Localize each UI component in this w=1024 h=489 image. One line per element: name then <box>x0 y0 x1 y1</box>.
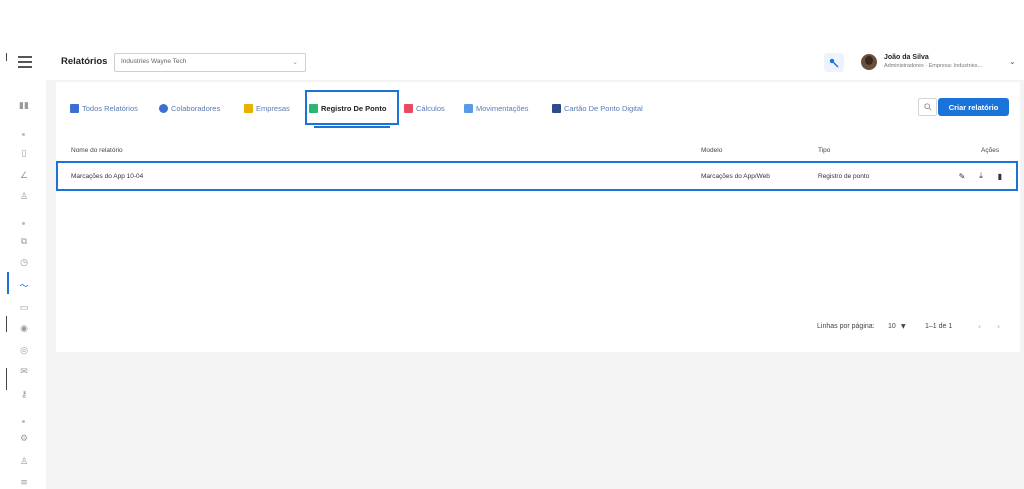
tab-calculos[interactable]: Cálculos <box>404 102 445 114</box>
user-name: João da Silva <box>884 54 929 61</box>
card-edit-icon <box>552 103 561 113</box>
previous-page-icon[interactable]: ‹ <box>978 322 981 331</box>
pagination-range: 1–1 de 1 <box>925 323 953 330</box>
mail-icon[interactable]: ✉ <box>13 364 35 380</box>
tab-colaboradores[interactable]: Colaboradores <box>159 102 220 114</box>
report-tabs: Todos Relatórios Colaboradores Empresas … <box>56 82 1020 128</box>
key-icon[interactable]: ⚷ <box>13 387 35 403</box>
report-type: Registro de ponto <box>818 173 870 180</box>
dashboard-icon[interactable]: ▮▮ <box>13 98 35 114</box>
reports-trend-icon[interactable]: 〜 <box>13 277 35 293</box>
header: Relatórios Industries Wayne Tech ⌄ João … <box>46 48 1024 80</box>
rows-per-page-label: Linhas por página: <box>817 323 875 330</box>
next-page-icon[interactable]: › <box>997 322 1000 331</box>
report-name: Marcações do App 10-04 <box>71 173 144 180</box>
user-icon[interactable]: ♙ <box>13 189 35 205</box>
calculator-icon <box>404 103 413 113</box>
tab-todos-relatorios[interactable]: Todos Relatórios <box>70 102 138 114</box>
eye-icon[interactable]: ◉ <box>13 321 35 337</box>
sidebar: ▮▮ ▯ ∠ ♙ ⧉ ◷ 〜 ▭ ◉ ◎ ✉ ⚷ ⚙ ♙ ≡ <box>0 48 46 489</box>
rows-per-page-select[interactable]: 10 <box>888 323 896 330</box>
column-header-actions: Ações <box>981 147 1000 154</box>
edit-icon[interactable]: ∠ <box>13 168 35 184</box>
copy-icon[interactable]: ⧉ <box>13 234 35 250</box>
search-icon <box>923 103 932 111</box>
people-icon <box>159 103 168 113</box>
settings-icon[interactable]: ⚙ <box>13 431 35 447</box>
tab-label: Todos Relatórios <box>82 103 138 113</box>
column-header-type: Tipo <box>818 147 831 154</box>
search-button[interactable] <box>918 98 937 116</box>
active-tab-highlight <box>305 90 399 125</box>
tab-movimentacoes[interactable]: Movimentações <box>464 102 529 114</box>
download-icon[interactable]: ⤓ <box>976 171 986 181</box>
edit-icon[interactable]: ✎ <box>957 171 967 181</box>
visibility-icon[interactable]: ◎ <box>13 343 35 359</box>
sidebar-dot <box>22 420 25 423</box>
active-indicator <box>7 272 9 294</box>
building-icon <box>244 103 253 113</box>
main-area: Relatórios Industries Wayne Tech ⌄ João … <box>46 48 1024 489</box>
person-icon[interactable]: ♙ <box>13 454 35 470</box>
tab-empresas[interactable]: Empresas <box>244 102 290 114</box>
table-row[interactable]: Marcações do App 10-04 Marcações do App/… <box>56 161 1018 191</box>
page-title: Relatórios <box>61 56 108 67</box>
user-role: Administradores · Empresa: Industries... <box>884 63 983 69</box>
tab-label: Empresas <box>256 103 290 113</box>
sidebar-divider <box>6 53 7 61</box>
company-select-value: Industries Wayne Tech <box>121 58 187 65</box>
report-model: Marcações do App/Web <box>701 173 770 180</box>
reports-card: Todos Relatórios Colaboradores Empresas … <box>56 82 1020 352</box>
alarm-icon[interactable]: ◷ <box>13 255 35 271</box>
tab-label: Movimentações <box>476 103 529 113</box>
more-icon[interactable]: ≡ <box>13 475 35 489</box>
caret-down-icon[interactable]: ▼ <box>901 323 906 330</box>
column-header-name: Nome do relatório <box>71 147 123 154</box>
chat-icon[interactable]: ▭ <box>13 300 35 316</box>
sidebar-dot <box>22 222 25 225</box>
user-menu-chevron-icon[interactable]: ⌄ <box>1009 57 1016 66</box>
list-icon <box>70 103 79 113</box>
menu-icon[interactable] <box>18 56 32 68</box>
company-select[interactable]: Industries Wayne Tech ⌄ <box>114 53 306 72</box>
top-blank-strip <box>0 0 1024 48</box>
chevron-down-icon: ⌄ <box>292 59 298 66</box>
tab-cartao-de-ponto-digital[interactable]: Cartão De Ponto Digital <box>552 102 643 114</box>
key-icon <box>829 58 839 67</box>
movement-icon <box>464 103 473 113</box>
create-report-button[interactable]: Criar relatório <box>938 98 1009 116</box>
tab-label: Colaboradores <box>171 103 221 113</box>
sidebar-divider <box>6 368 7 390</box>
delete-icon[interactable]: ▮ <box>995 171 1005 181</box>
tab-label: Cartão De Ponto Digital <box>564 103 643 113</box>
sidebar-dot <box>22 133 25 136</box>
column-header-model: Modelo <box>701 147 723 154</box>
tab-label: Cálculos <box>416 103 445 113</box>
active-tab-underline <box>314 126 390 128</box>
document-icon[interactable]: ▯ <box>13 146 35 162</box>
avatar[interactable] <box>861 54 877 70</box>
sidebar-divider <box>6 316 7 332</box>
key-button[interactable] <box>824 53 844 72</box>
